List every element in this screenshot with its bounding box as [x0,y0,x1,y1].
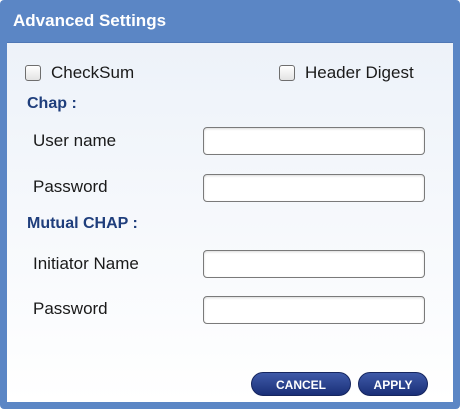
checksum-option[interactable]: CheckSum [25,63,134,83]
dialog-body: CheckSum Header Digest Chap : User name … [7,42,453,402]
initiator-name-input[interactable] [203,250,425,278]
mutual-chap-section-title: Mutual CHAP : [27,215,138,232]
chap-password-input[interactable] [203,174,425,202]
mutual-chap-password-label: Password [33,299,108,318]
options-row: CheckSum Header Digest [25,63,445,85]
apply-button[interactable]: APPLY [358,372,428,396]
checksum-label: CheckSum [51,63,135,82]
chap-password-label: Password [33,177,108,196]
chap-username-input[interactable] [203,127,425,155]
header-digest-checkbox[interactable] [279,65,295,81]
mutual-chap-password-input[interactable] [203,296,425,324]
chap-section-title: Chap : [27,95,77,112]
header-digest-label: Header Digest [305,63,414,82]
dialog-title: Advanced Settings [13,11,167,30]
header-digest-option[interactable]: Header Digest [279,63,414,83]
checksum-checkbox[interactable] [25,65,41,81]
chap-username-label: User name [33,131,117,150]
cancel-button[interactable]: CANCEL [251,372,351,396]
advanced-settings-dialog: Advanced Settings CheckSum Header Digest… [0,0,460,409]
initiator-name-label: Initiator Name [33,254,139,273]
